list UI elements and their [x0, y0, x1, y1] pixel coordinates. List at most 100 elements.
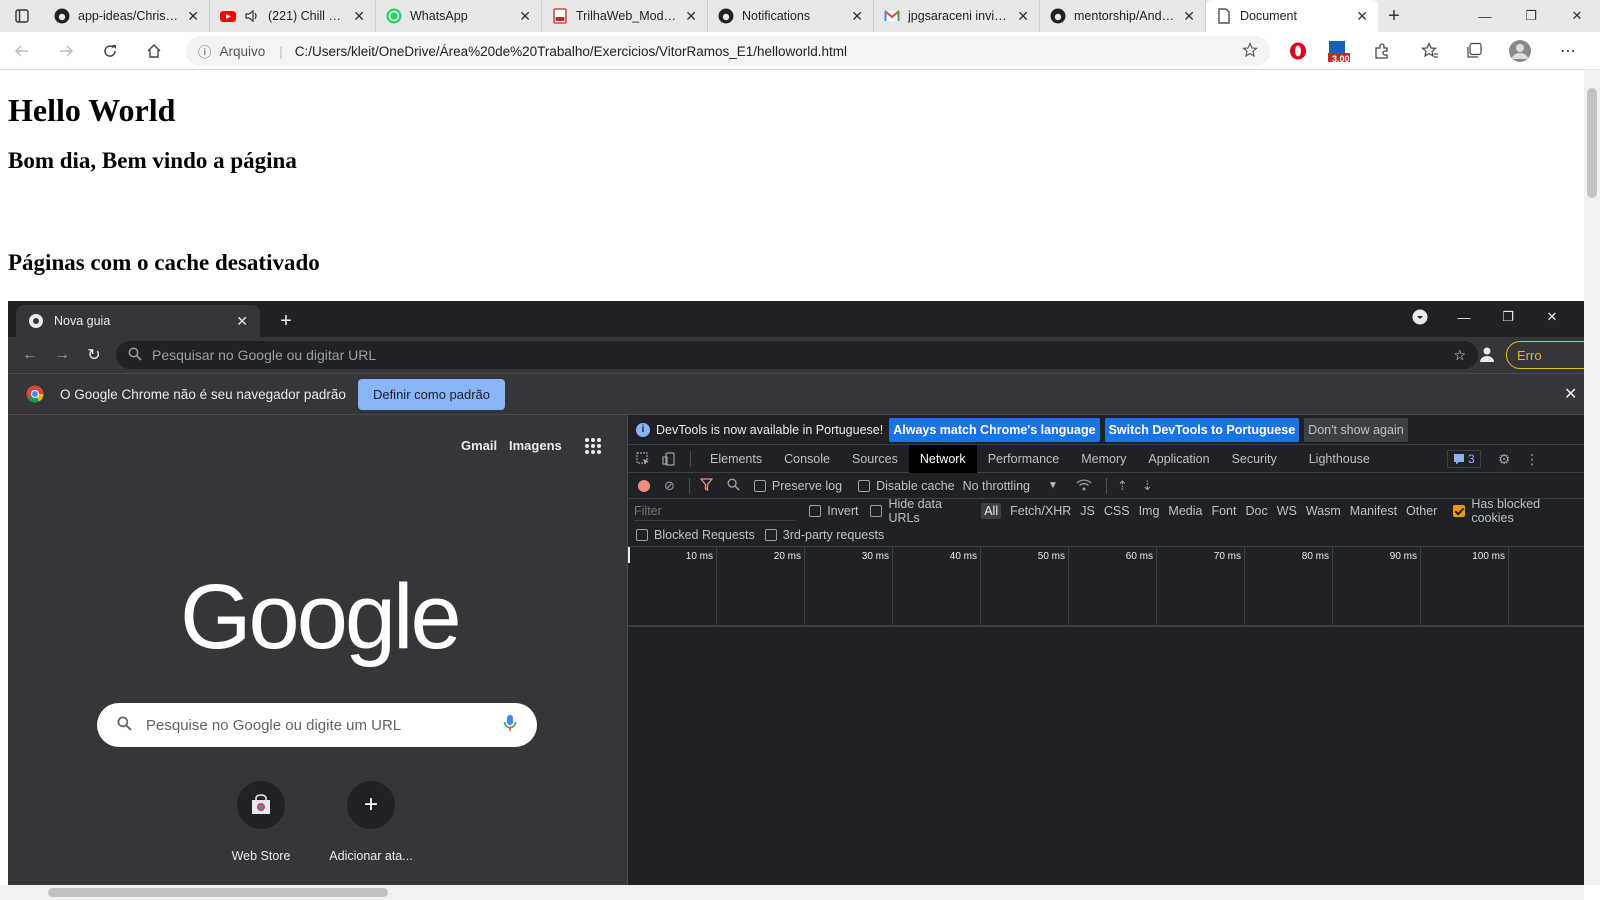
dont-show-again-button: Don't show again: [1304, 417, 1408, 442]
favorite-add-icon[interactable]: [1242, 41, 1258, 61]
throttling-value: No throttling: [962, 478, 1031, 493]
devtools-tab-bar: Elements Console Sources Network Perform…: [628, 444, 1584, 473]
edge-tab-notifications[interactable]: Notifications ✕: [708, 0, 874, 32]
close-icon[interactable]: ✕: [685, 8, 697, 25]
network-toolbar: ⊘ Preserve log Disable cache No throttli…: [628, 473, 1584, 499]
edge-tab-gmail[interactable]: jpgsaraceni invited ✕: [874, 0, 1040, 32]
timeline-gridline: [1068, 547, 1069, 627]
shortcut-label: Adicionar ata...: [329, 849, 413, 863]
chevron-down-icon: [1398, 301, 1442, 333]
info-icon: i: [636, 422, 650, 437]
shortcut-add: + Adicionar ata...: [316, 781, 426, 863]
refresh-button[interactable]: [88, 32, 132, 70]
close-icon[interactable]: ✕: [851, 8, 863, 25]
throttling-select: No throttling ▼: [963, 479, 1058, 493]
close-icon[interactable]: ✕: [187, 8, 199, 25]
chrome-icon: [28, 313, 44, 329]
upload-icon: ⇡: [1116, 477, 1128, 493]
match-language-button: Always match Chrome's language: [889, 417, 1100, 442]
close-window-button[interactable]: ✕: [1554, 0, 1600, 32]
inspect-element-icon: [630, 445, 656, 473]
device-toolbar-icon: [656, 445, 682, 473]
blocked-requests-checkbox: [636, 528, 648, 541]
minimize-icon: —: [1457, 309, 1471, 325]
opera-extension-icon[interactable]: [1280, 32, 1316, 70]
tab-actions-button[interactable]: [0, 0, 44, 32]
extension-badge-icon[interactable]: 3.00: [1320, 32, 1356, 70]
banner-message: DevTools is now available in Portuguese!: [656, 422, 884, 437]
restore-icon: ❐: [1502, 309, 1514, 324]
invert-checkbox: [809, 505, 822, 517]
new-tab-page: Gmail Imagens Google Pesquise no Google …: [8, 415, 627, 885]
maximize-button[interactable]: ❐: [1508, 0, 1554, 32]
vertical-scrollbar[interactable]: [1584, 70, 1600, 885]
chrome-tab-bar: Nova guia ✕ + — ❐ ✕: [8, 301, 1584, 337]
favorites-button[interactable]: [1412, 32, 1448, 70]
settings-more-button[interactable]: ⋯: [1550, 32, 1586, 70]
edge-tab-whatsapp[interactable]: WhatsApp ✕: [376, 0, 542, 32]
filter-type-all: All: [981, 503, 1002, 519]
more-horizontal-icon: ⋯: [1560, 43, 1576, 60]
divider: [1105, 477, 1107, 494]
chrome-toolbar: ← → ↻ Pesquisar no Google ou digitar URL…: [8, 337, 1584, 373]
edge-tab-youtube[interactable]: (221) Chill Vib ✕: [210, 0, 376, 32]
set-default-button: Definir como padrão: [357, 378, 506, 410]
devtools-panel: i DevTools is now available in Portugues…: [627, 415, 1584, 885]
record-icon: [638, 479, 650, 492]
disable-cache-checkbox: [858, 479, 871, 492]
tab-title: Nova guia: [54, 314, 111, 328]
security-label: Arquivo: [219, 43, 266, 59]
filter-type-font: Font: [1211, 504, 1237, 518]
infobar-message: O Google Chrome não é seu navegador padr…: [60, 386, 346, 402]
info-icon[interactable]: ⓘ: [198, 41, 212, 61]
edge-tab-trilhaweb[interactable]: TrilhaWeb_Modulo ✕: [542, 0, 708, 32]
close-icon[interactable]: ✕: [1183, 8, 1195, 25]
clear-icon: ⊘: [664, 477, 675, 493]
devtools-language-banner: i DevTools is now available in Portugues…: [628, 415, 1584, 445]
third-party-checkbox: [764, 528, 777, 541]
github-icon: [1050, 8, 1066, 24]
page-heading-hello: Hello World: [8, 92, 176, 128]
back-button[interactable]: [0, 32, 44, 70]
timeline-tick-label: 50 ms: [1037, 551, 1065, 562]
close-icon[interactable]: ✕: [519, 8, 531, 25]
timeline-gridline: [1244, 547, 1245, 627]
horizontal-scrollbar[interactable]: [0, 885, 1584, 900]
close-icon: ✕: [1564, 386, 1578, 403]
speaker-icon[interactable]: [244, 8, 260, 24]
filter-type-css: CSS: [1103, 504, 1130, 518]
extensions-button[interactable]: [1364, 32, 1400, 70]
has-blocked-cookies-label: Has blocked cookies: [1471, 497, 1541, 525]
scrollbar-thumb[interactable]: [48, 888, 388, 897]
forward-button[interactable]: [44, 32, 88, 70]
scrollbar-thumb[interactable]: [1587, 88, 1597, 198]
devtools-tab-memory: Memory: [1081, 451, 1127, 466]
more-vertical-icon: ⋮: [1525, 450, 1539, 467]
microphone-icon: [503, 714, 517, 737]
new-tab-button[interactable]: +: [1378, 0, 1410, 32]
gmail-icon: [884, 8, 900, 24]
edge-tab-mentorship[interactable]: mentorship/Anders ✕: [1040, 0, 1206, 32]
timeline-cursor: [628, 547, 630, 563]
document-icon: [1216, 8, 1232, 24]
devtools-tab-performance: Performance: [987, 451, 1060, 466]
home-button[interactable]: [132, 32, 176, 70]
tab-title: TrilhaWeb_Modulo: [576, 9, 678, 23]
network-timeline-overview: 10 ms 20 ms 30 ms 40 ms 50 ms 60 ms 70 ms 80 ms…: [628, 547, 1584, 627]
close-icon[interactable]: ✕: [1017, 8, 1029, 25]
edge-tab-strip: app-ideas/Christmas ✕ (221) Chill Vib ✕ …: [0, 0, 1600, 32]
edge-tab-document[interactable]: Document ✕: [1206, 0, 1378, 32]
close-icon[interactable]: ✕: [1356, 8, 1368, 25]
timeline-tick-label: 90 ms: [1389, 551, 1417, 562]
address-input[interactable]: ⓘ Arquivo | C:/Users/kleit/OneDrive/Área…: [186, 36, 1270, 66]
tab-title: app-ideas/Christmas: [78, 9, 180, 23]
collections-button[interactable]: [1456, 32, 1492, 70]
google-search-box: Pesquise no Google ou digite um URL: [97, 703, 537, 747]
preserve-log-label: Preserve log: [771, 478, 843, 493]
profile-button[interactable]: [1502, 32, 1538, 70]
close-icon[interactable]: ✕: [353, 8, 365, 25]
star-icon: ☆: [1453, 346, 1466, 363]
minimize-button[interactable]: —: [1462, 0, 1508, 32]
edge-tab-app-ideas[interactable]: app-ideas/Christmas ✕: [44, 0, 210, 32]
network-request-list: [628, 629, 1584, 885]
